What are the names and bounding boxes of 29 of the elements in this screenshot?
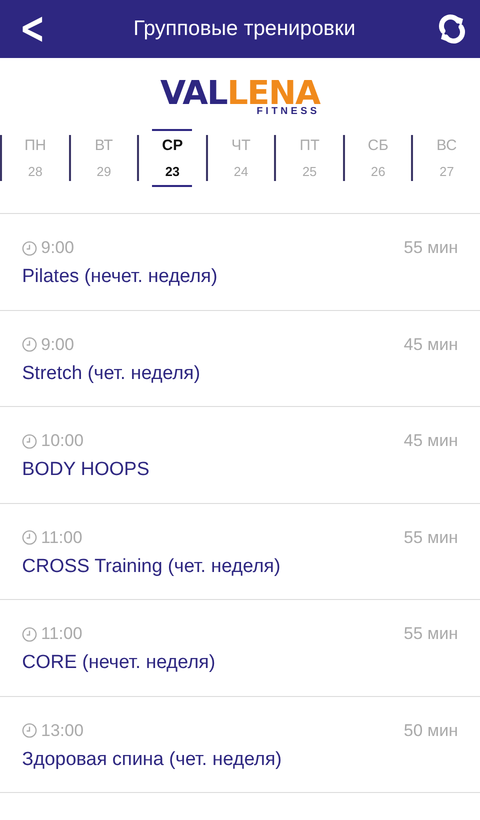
class-time: 10:00 — [41, 431, 84, 451]
class-duration: 55 мин — [404, 528, 458, 548]
clock-icon — [22, 626, 37, 642]
screen-title: Групповые тренировки — [132, 17, 356, 41]
class-duration: 45 мин — [404, 431, 458, 451]
class-duration: 45 мин — [404, 334, 458, 354]
class-time: 9:00 — [41, 238, 74, 258]
back-button[interactable]: < — [15, 7, 50, 51]
class-time: 9:00 — [41, 334, 74, 354]
class-title[interactable]: Pilates (нечет. неделя) — [22, 266, 218, 288]
day-tab[interactable]: СР 23 — [152, 129, 192, 187]
class-title[interactable]: CROSS Training (чет. неделя) — [22, 556, 280, 578]
refresh-icon — [436, 13, 468, 45]
clock-icon — [22, 337, 37, 352]
class-duration: 55 мин — [404, 624, 458, 644]
class-title[interactable]: Здоровая спина (чет. неделя) — [22, 748, 282, 770]
clock-icon — [22, 530, 37, 545]
class-title[interactable]: Stretch (чет. неделя) — [22, 362, 200, 384]
class-duration: 50 мин — [404, 720, 458, 740]
clock-icon — [22, 434, 37, 448]
class-duration: 55 мин — [404, 238, 458, 258]
clock-icon — [22, 240, 37, 256]
class-time: 11:00 — [41, 624, 82, 644]
clock-icon — [22, 723, 37, 738]
logo-tagline: FITNESS — [256, 107, 320, 117]
class-title[interactable]: CORE (нечет. неделя) — [22, 652, 216, 674]
class-title[interactable]: BODY HOOPS — [22, 459, 150, 481]
class-time: 13:00 — [41, 720, 84, 740]
class-time: 11:00 — [41, 528, 82, 548]
